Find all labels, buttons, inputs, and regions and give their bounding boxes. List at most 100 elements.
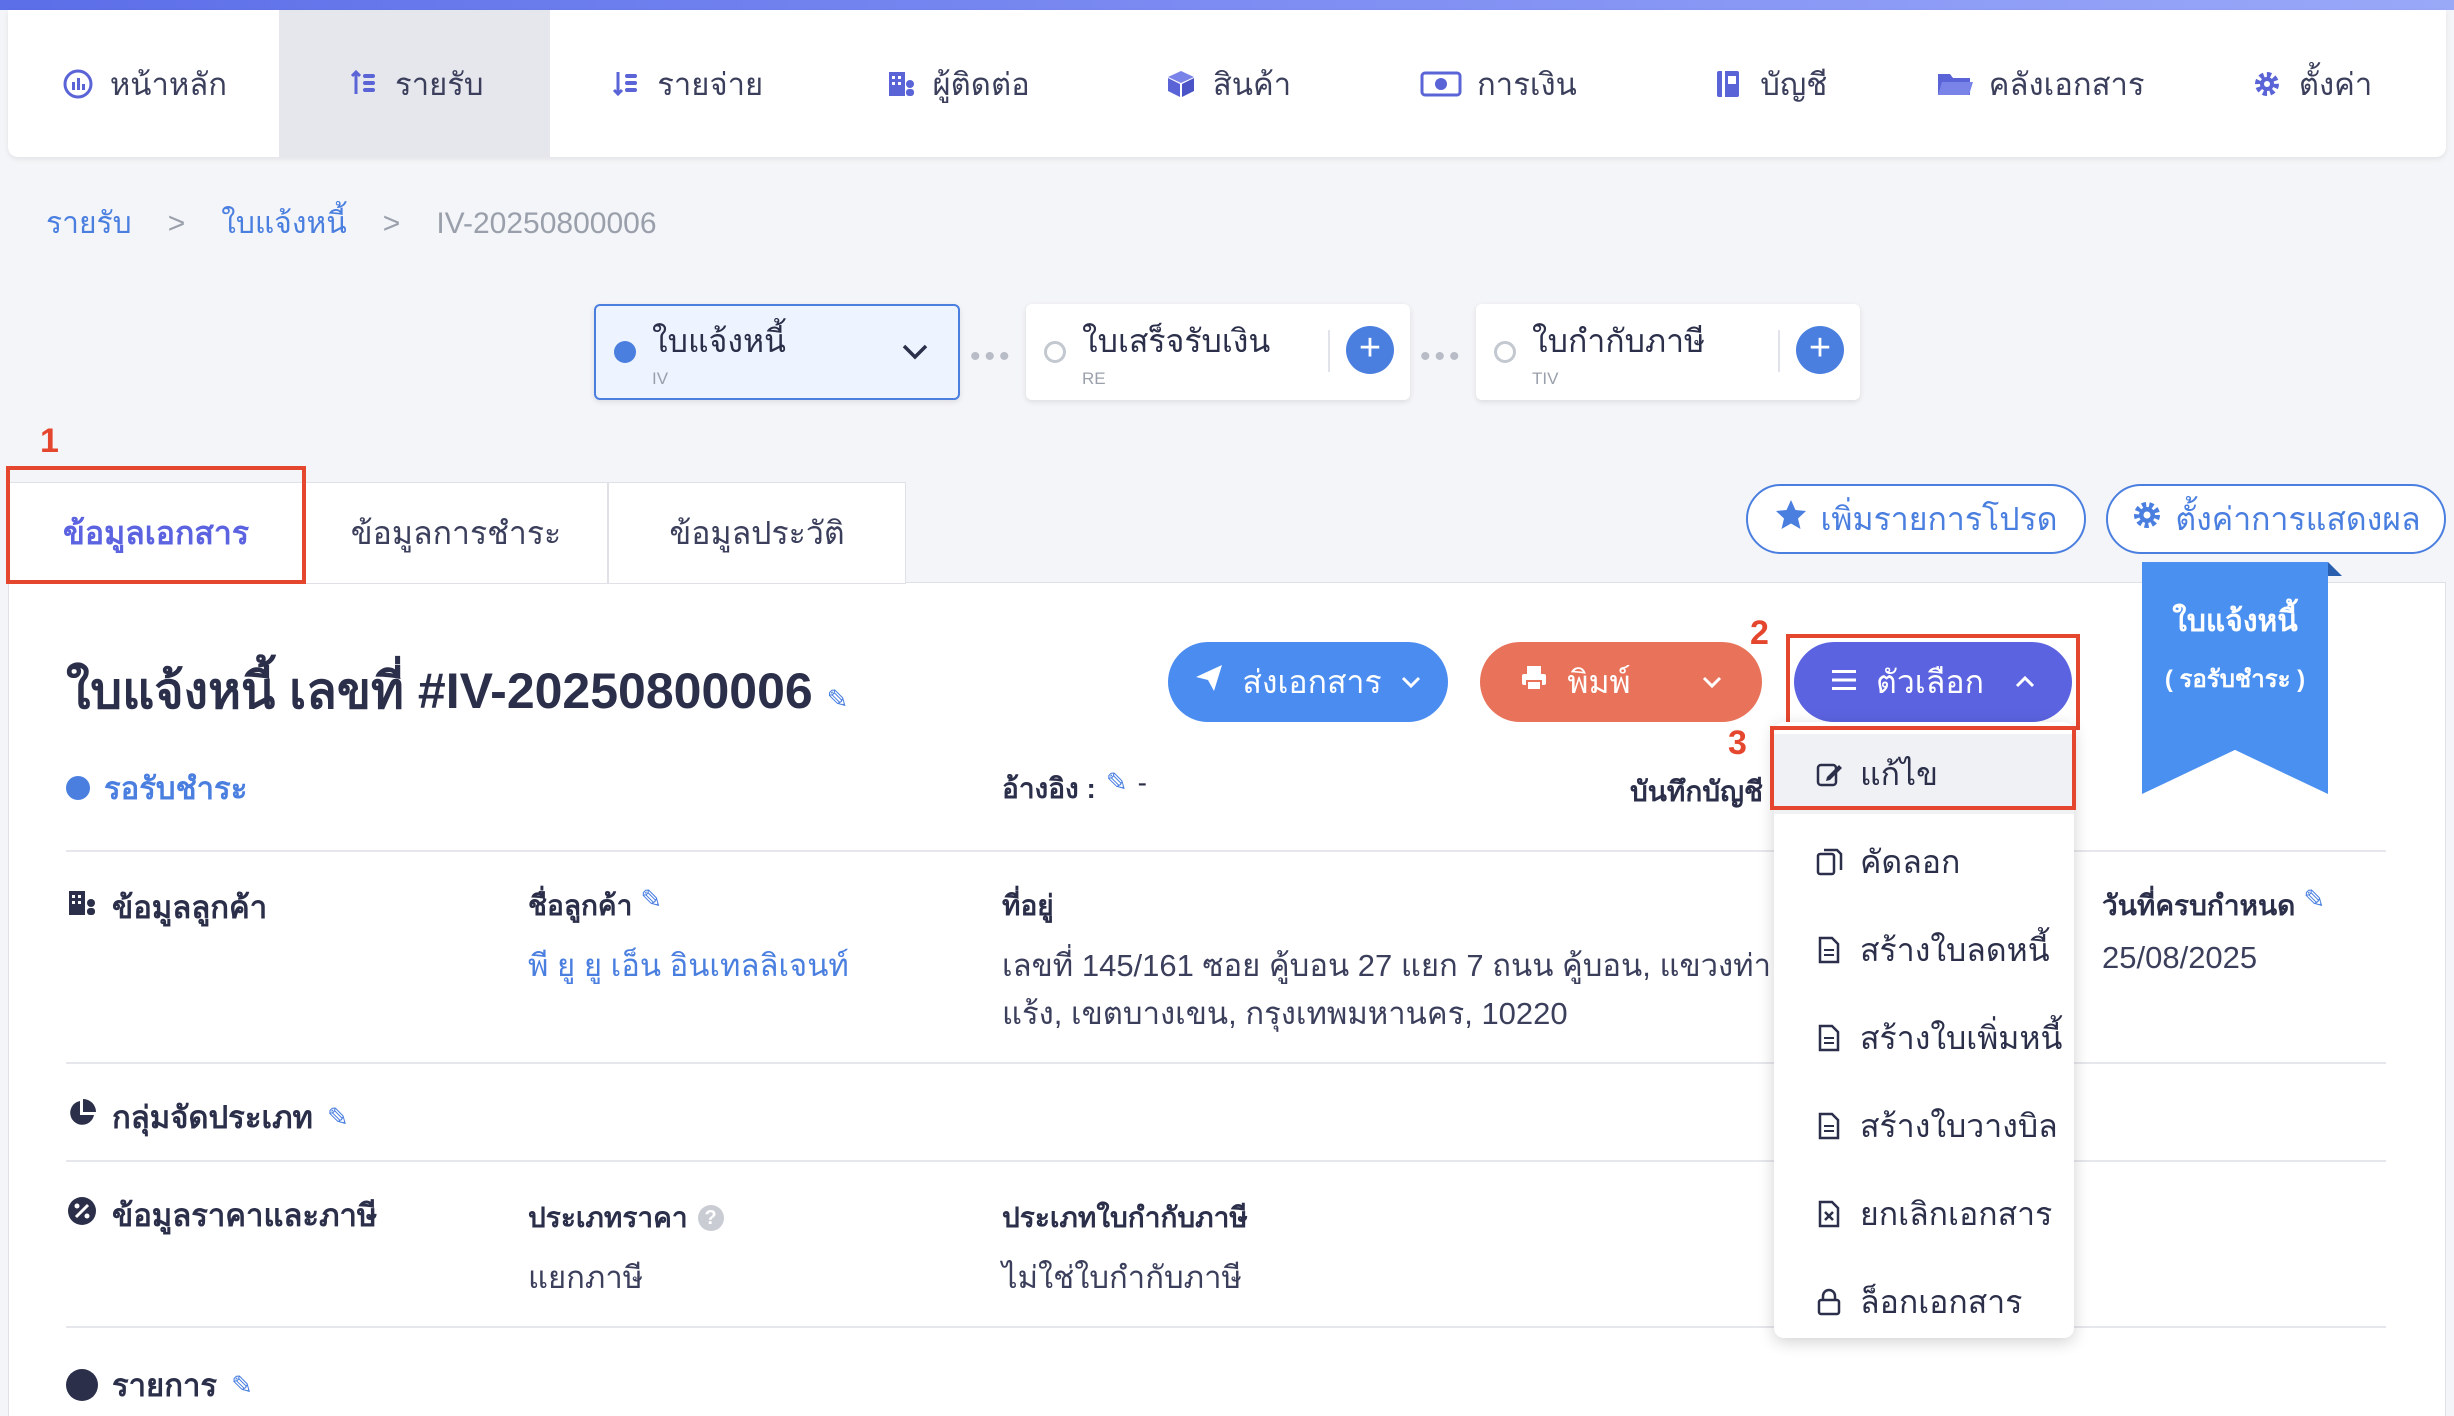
cancel-document-icon bbox=[1814, 1199, 1844, 1229]
income-coins-icon bbox=[345, 66, 381, 102]
breadcrumb-invoice[interactable]: ใบแจ้งหนี้ bbox=[221, 200, 347, 247]
nav-item-contacts[interactable]: ผู้ติดต่อ bbox=[821, 10, 1092, 157]
menu-item-lock-document[interactable]: ล็อกเอกสาร bbox=[1774, 1262, 2074, 1342]
items-dot-icon bbox=[66, 1369, 98, 1401]
items-section-title: รายการ ✎ bbox=[66, 1360, 253, 1410]
flow-step-tax-invoice: ใบกำกับภาษี TIV + bbox=[1476, 304, 1860, 400]
tab-history-info[interactable]: ข้อมูลประวัติ bbox=[608, 482, 906, 584]
nav-item-settings[interactable]: ตั้งค่า bbox=[2175, 10, 2446, 157]
nav-label: บัญชี bbox=[1760, 66, 1828, 102]
chevron-down-icon[interactable] bbox=[900, 336, 930, 371]
menu-item-credit-note[interactable]: สร้างใบลดหนี้ bbox=[1774, 910, 2074, 990]
pie-chart-icon bbox=[66, 1097, 98, 1137]
add-receipt-button[interactable]: + bbox=[1346, 326, 1394, 374]
due-date-label-row: วันที่ครบกำหนด ✎ bbox=[2102, 884, 2325, 928]
menu-item-label: ล็อกเอกสาร bbox=[1860, 1283, 2023, 1320]
address-label: ที่อยู่ bbox=[1002, 890, 1054, 921]
star-icon bbox=[1774, 498, 1808, 540]
nav-item-finance[interactable]: การเงิน bbox=[1362, 10, 1633, 157]
document-title: ใบแจ้งหนี้ เลขที่ #IV-20250800006 bbox=[66, 663, 813, 719]
menu-item-copy[interactable]: คัดลอก bbox=[1774, 822, 2074, 902]
nav-item-documents[interactable]: คลังเอกสาร bbox=[1904, 10, 2175, 157]
nav-label: คลังเอกสาร bbox=[1988, 66, 2145, 102]
edit-pencil-icon[interactable]: ✎ bbox=[327, 1102, 349, 1133]
edit-pencil-icon[interactable]: ✎ bbox=[2303, 884, 2325, 928]
page-title: ใบแจ้งหนี้ เลขที่ #IV-20250800006 ✎ bbox=[66, 652, 848, 731]
customer-section-label: ข้อมูลลูกค้า bbox=[112, 890, 268, 925]
gear-icon bbox=[2249, 66, 2285, 102]
chevron-down-icon bbox=[1400, 664, 1422, 701]
nav-label: หน้าหลัก bbox=[109, 66, 228, 102]
contacts-building-icon bbox=[883, 66, 919, 102]
ribbon-status: ( รอรับชำระ ) bbox=[2164, 666, 2306, 693]
menu-item-debit-note[interactable]: สร้างใบเพิ่มหนี้ bbox=[1774, 998, 2074, 1078]
nav-label: รายรับ bbox=[395, 66, 484, 102]
status-badge: รอรับชำระ bbox=[66, 763, 247, 813]
items-section-label: รายการ bbox=[112, 1368, 218, 1403]
add-favorite-button[interactable]: เพิ่มรายการโปรด bbox=[1746, 484, 2086, 554]
edit-pencil-icon[interactable]: ✎ bbox=[231, 1370, 253, 1401]
tax-invoice-type-label: ประเภทใบกำกับภาษี bbox=[1002, 1202, 1248, 1233]
send-document-button[interactable]: ส่งเอกสาร bbox=[1168, 642, 1448, 722]
annotation-number: 2 bbox=[1750, 614, 1769, 652]
group-section-title: กลุ่มจัดประเภท ✎ bbox=[66, 1092, 349, 1142]
contacts-building-icon bbox=[66, 887, 98, 927]
nav-item-income[interactable]: รายรับ bbox=[278, 10, 550, 157]
annotation-highlight-box bbox=[1786, 634, 2080, 730]
nav-item-expense[interactable]: รายจ่าย bbox=[550, 10, 821, 157]
dashboard-icon bbox=[60, 66, 96, 102]
display-settings-button[interactable]: ตั้งค่าการแสดงผล bbox=[2106, 484, 2446, 554]
pricing-section-label: ข้อมูลราคาและภาษี bbox=[112, 1198, 378, 1233]
nav-item-accounting[interactable]: บัญชี bbox=[1633, 10, 1904, 157]
tab-payment-info[interactable]: ข้อมูลการชำระ bbox=[304, 482, 608, 584]
nav-label: สินค้า bbox=[1212, 66, 1292, 102]
document-icon bbox=[1814, 1111, 1844, 1141]
due-date-label: วันที่ครบกำหนด bbox=[2102, 890, 2296, 921]
edit-pencil-icon[interactable]: ✎ bbox=[1106, 767, 1128, 811]
reference-label: อ้างอิง : bbox=[1002, 773, 1096, 804]
flow-step-invoice[interactable]: ใบแจ้งหนี้ IV bbox=[594, 304, 960, 400]
customer-name-label: ชื่อลูกค้า bbox=[528, 890, 633, 921]
breadcrumb-income[interactable]: รายรับ bbox=[46, 200, 132, 247]
status-dot-icon bbox=[66, 776, 90, 800]
menu-item-label: สร้างใบลดหนี้ bbox=[1860, 931, 2050, 968]
nav-label: ตั้งค่า bbox=[2298, 66, 2373, 102]
annotation-number: 1 bbox=[40, 422, 59, 460]
chevron-down-icon[interactable] bbox=[1701, 664, 1723, 701]
gear-icon bbox=[2131, 499, 2163, 539]
printer-icon bbox=[1519, 663, 1549, 701]
nav-item-products[interactable]: สินค้า bbox=[1092, 10, 1363, 157]
address-line: แร้ง, เขตบางเขน, กรุงเทพมหานคร, 10220 bbox=[1002, 996, 1568, 1031]
breadcrumb-separator: > bbox=[382, 206, 401, 240]
top-accent-bar bbox=[0, 0, 2454, 10]
flow-step-code: RE bbox=[1082, 368, 1106, 388]
document-icon bbox=[1814, 935, 1844, 965]
add-tax-invoice-button[interactable]: + bbox=[1796, 326, 1844, 374]
print-button[interactable]: พิมพ์ bbox=[1480, 642, 1762, 722]
add-favorite-label: เพิ่มรายการโปรด bbox=[1820, 500, 2058, 537]
flow-step-receipt: ใบเสร็จรับเงิน RE + bbox=[1026, 304, 1410, 400]
customer-name-link[interactable]: พี ยู ยู เอ็น อินเทลลิเจนท์ bbox=[528, 940, 849, 990]
price-type-label-row: ประเภทราคา ? bbox=[528, 1196, 724, 1240]
breadcrumb-separator: > bbox=[167, 206, 186, 240]
menu-item-cancel-document[interactable]: ยกเลิกเอกสาร bbox=[1774, 1174, 2074, 1254]
product-box-icon bbox=[1163, 66, 1199, 102]
lock-icon bbox=[1814, 1287, 1844, 1317]
edit-pencil-icon[interactable]: ✎ bbox=[640, 884, 662, 928]
journal-label: บันทึกบัญชี : bbox=[1630, 776, 1781, 807]
pending-dot-icon bbox=[1494, 341, 1516, 363]
annotation-number: 3 bbox=[1728, 724, 1747, 762]
nav-item-home[interactable]: หน้าหลัก bbox=[8, 10, 279, 157]
customer-name-label-row: ชื่อลูกค้า ✎ bbox=[528, 884, 662, 928]
flow-step-code: TIV bbox=[1532, 368, 1559, 388]
menu-item-billing-note[interactable]: สร้างใบวางบิล bbox=[1774, 1086, 2074, 1166]
flow-step-code: IV bbox=[652, 368, 669, 388]
flow-connector: ••• bbox=[970, 340, 1014, 373]
price-type-label: ประเภทราคา bbox=[528, 1202, 688, 1233]
nav-label: ผู้ติดต่อ bbox=[932, 66, 1030, 102]
percent-badge-icon bbox=[66, 1195, 98, 1235]
breadcrumb: รายรับ > ใบแจ้งหนี้ > IV-20250800006 bbox=[46, 200, 657, 247]
document-icon bbox=[1814, 1023, 1844, 1053]
help-icon[interactable]: ? bbox=[697, 1205, 724, 1231]
edit-pencil-icon[interactable]: ✎ bbox=[827, 684, 849, 714]
